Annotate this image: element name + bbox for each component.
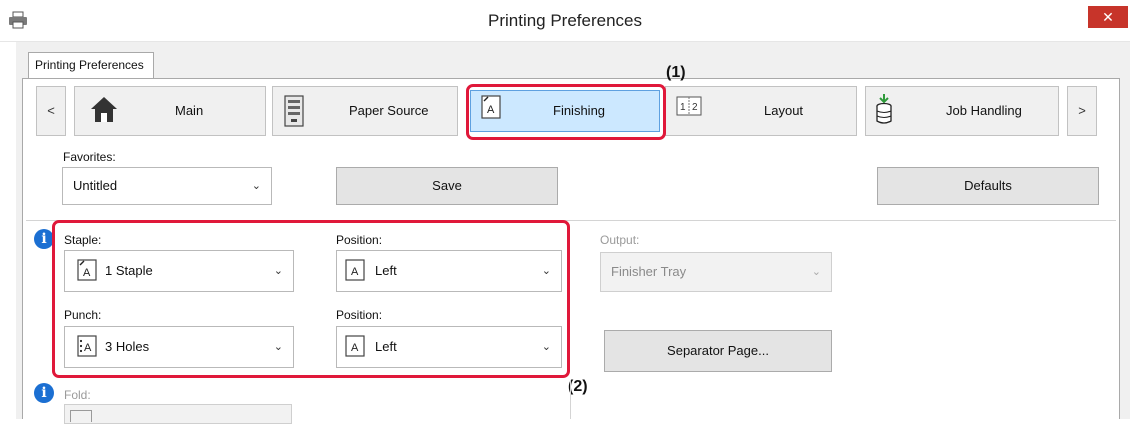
layout-pages-icon: 1 2	[676, 96, 702, 116]
job-handling-icon	[876, 94, 892, 124]
paper-tray-icon	[284, 95, 304, 127]
save-button[interactable]: Save	[336, 167, 558, 205]
defaults-button[interactable]: Defaults	[877, 167, 1099, 205]
favorites-label: Favorites:	[63, 150, 116, 164]
info-icon[interactable]: i	[34, 229, 54, 249]
tab-job-handling[interactable]: Job Handling	[865, 86, 1059, 136]
tab-paper-source-label: Paper Source	[349, 103, 429, 118]
favorites-value: Untitled	[73, 178, 118, 193]
info-icon[interactable]: i	[34, 383, 54, 403]
home-icon	[91, 97, 117, 122]
callout-label-1: (1)	[666, 64, 686, 81]
fold-label: Fold:	[64, 388, 91, 402]
nav-prev-button[interactable]: <	[36, 86, 66, 136]
fold-dropdown	[64, 404, 292, 424]
nav-next-button[interactable]: >	[1067, 86, 1097, 136]
window-title: Printing Preferences	[487, 11, 643, 30]
output-value: Finisher Tray	[611, 264, 687, 279]
tab-layout-label: Layout	[764, 103, 804, 118]
tab-printing-preferences[interactable]: Printing Preferences	[28, 52, 154, 79]
tab-main-label: Main	[175, 103, 204, 118]
tab-layout[interactable]: 1 2 Layout	[665, 86, 857, 136]
column-divider	[570, 380, 571, 419]
callout-box-finishing	[466, 84, 666, 140]
close-button[interactable]: ✕	[1088, 6, 1128, 28]
separator-page-button[interactable]: Separator Page...	[604, 330, 832, 372]
fold-page-icon	[70, 410, 92, 422]
output-label: Output:	[600, 233, 640, 247]
chevron-down-icon: ⌄	[251, 180, 261, 192]
favorites-dropdown[interactable]: Untitled ⌄	[62, 167, 272, 205]
tab-main[interactable]: Main	[74, 86, 266, 136]
callout-box-staple-punch	[52, 220, 570, 378]
chevron-down-icon: ⌄	[811, 266, 821, 278]
tab-job-handling-label: Job Handling	[946, 103, 1022, 118]
svg-text:2: 2	[692, 102, 698, 113]
output-dropdown: Finisher Tray ⌄	[600, 252, 832, 292]
tab-paper-source[interactable]: Paper Source	[272, 86, 458, 136]
svg-text:1: 1	[680, 102, 686, 113]
